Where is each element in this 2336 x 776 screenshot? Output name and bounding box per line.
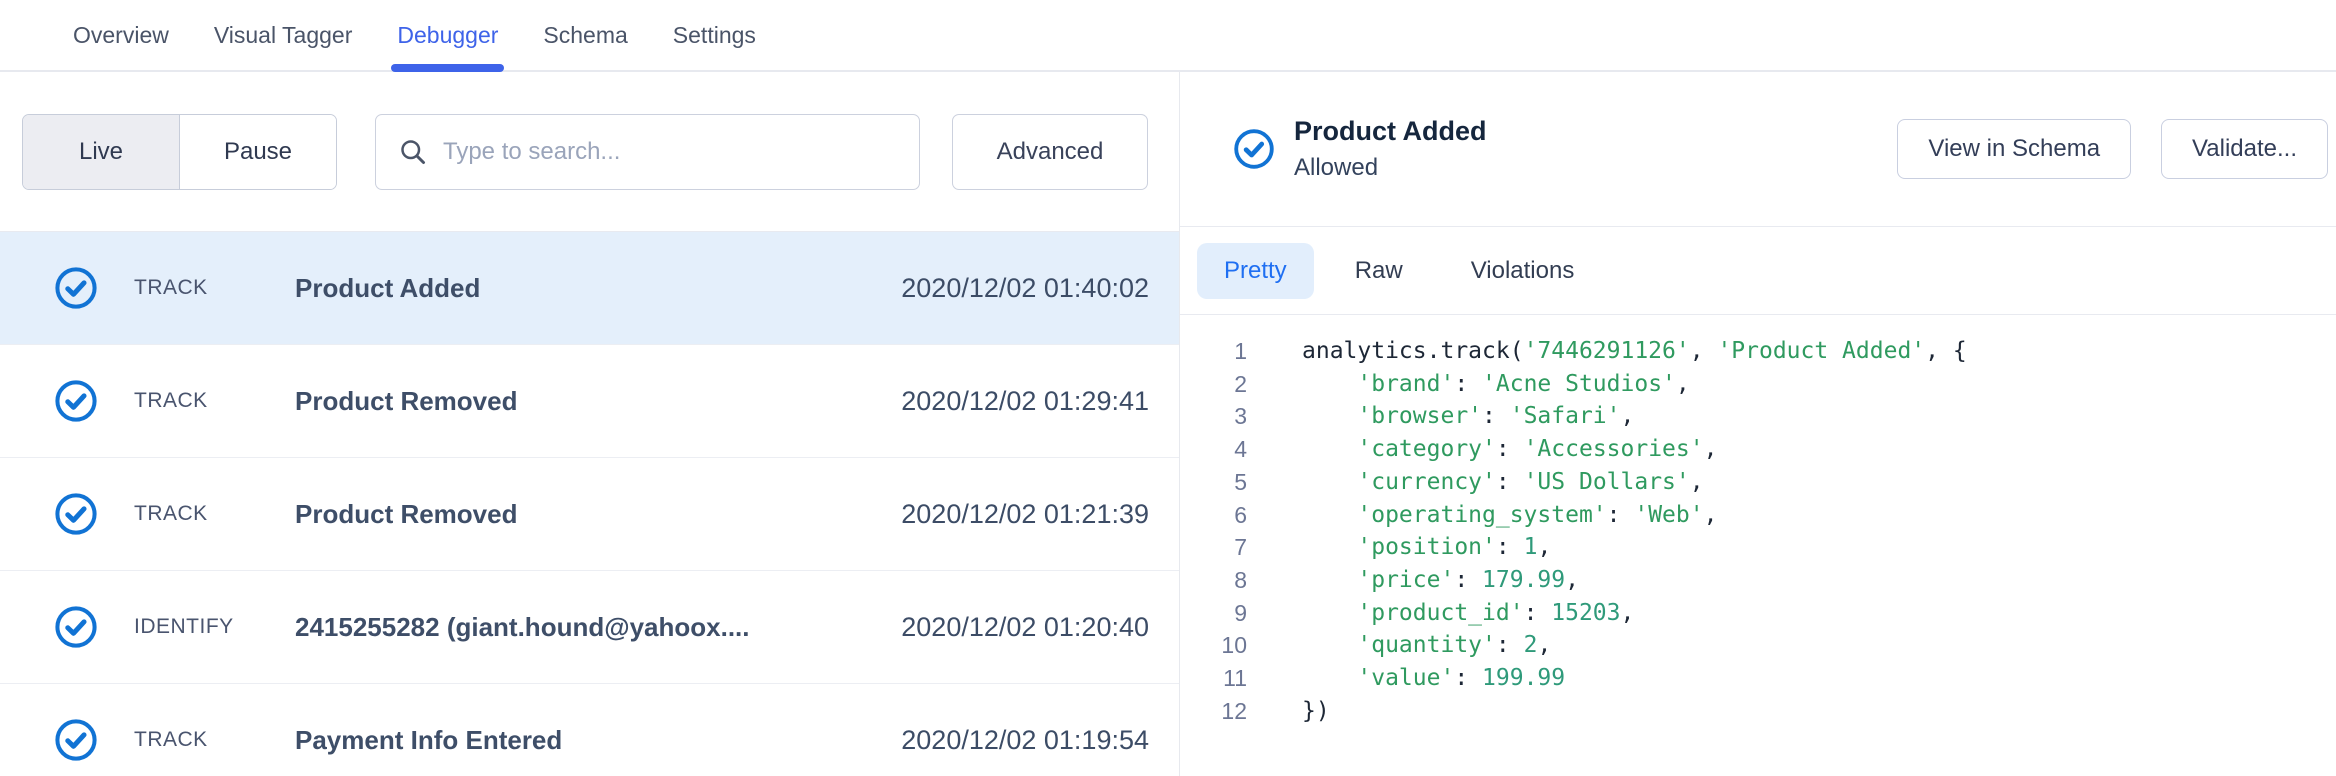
event-name: Product Added: [295, 273, 480, 304]
live-pause-toggle: Live Pause: [22, 114, 337, 190]
code-line: 8 'price': 179.99,: [1180, 564, 2336, 597]
validate-button[interactable]: Validate...: [2161, 119, 2328, 179]
check-circle-icon: [53, 265, 99, 311]
code-line: 4 'category': 'Accessories',: [1180, 433, 2336, 466]
code-text: 'operating_system': 'Web',: [1302, 499, 1717, 532]
line-number: 5: [1180, 466, 1247, 499]
nav-tab-visual-tagger[interactable]: Visual Tagger: [214, 0, 353, 70]
line-number: 2: [1180, 368, 1247, 401]
code-text: 'position': 1,: [1302, 531, 1551, 564]
code-line: 1 analytics.track('7446291126', 'Product …: [1180, 335, 2336, 368]
code-text: analytics.track('7446291126', 'Product A…: [1302, 335, 1967, 368]
main-content: Live Pause Advanced TRACK Product Added 20…: [0, 72, 2336, 776]
nav-tab-schema[interactable]: Schema: [543, 0, 627, 70]
line-number: 6: [1180, 499, 1247, 532]
code-line: 10 'quantity': 2,: [1180, 629, 2336, 662]
event-stream-panel: Live Pause Advanced TRACK Product Added 20…: [0, 72, 1180, 776]
stream-controls: Live Pause Advanced: [0, 72, 1179, 232]
live-button[interactable]: Live: [23, 115, 179, 189]
event-timestamp: 2020/12/02 01:19:54: [901, 725, 1149, 756]
event-timestamp: 2020/12/02 01:40:02: [901, 273, 1149, 304]
code-text: 'currency': 'US Dollars',: [1302, 466, 1704, 499]
line-number: 12: [1180, 695, 1247, 728]
code-text: 'brand': 'Acne Studios',: [1302, 368, 1690, 401]
detail-header-text: Product Added Allowed: [1294, 116, 1487, 182]
event-list: TRACKProduct Added2020/12/02 01:40:02TRA…: [0, 232, 1179, 776]
event-timestamp: 2020/12/02 01:21:39: [901, 499, 1149, 530]
line-number: 10: [1180, 629, 1247, 662]
event-type-label: TRACK: [134, 389, 259, 413]
search-icon: [398, 137, 428, 167]
code-text: 'price': 179.99,: [1302, 564, 1579, 597]
event-type-label: TRACK: [134, 728, 259, 752]
nav-tab-debugger[interactable]: Debugger: [397, 0, 498, 70]
code-line: 6 'operating_system': 'Web',: [1180, 499, 2336, 532]
event-row[interactable]: TRACK Product Added 2020/12/02 01:40:02: [0, 232, 1179, 345]
event-row[interactable]: TRACK Product Removed 2020/12/02 01:21:39: [0, 458, 1179, 571]
check-circle-icon: [53, 378, 99, 424]
top-navigation: Overview Visual Tagger Debugger Schema Setti…: [0, 0, 2336, 72]
detail-tab-pretty[interactable]: Pretty: [1197, 243, 1314, 299]
code-text: 'value': 199.99: [1302, 662, 1565, 695]
check-circle-icon: [1232, 127, 1276, 171]
search-box: [375, 114, 920, 190]
detail-tabs: PrettyRawViolations: [1180, 227, 2336, 315]
event-name: Payment Info Entered: [295, 725, 562, 756]
check-circle-icon: [53, 491, 99, 537]
code-line: 3 'browser': 'Safari',: [1180, 400, 2336, 433]
line-number: 3: [1180, 400, 1247, 433]
nav-tabs: Overview Visual Tagger Debugger Schema Setti…: [73, 0, 801, 70]
check-circle-icon: [53, 717, 99, 763]
code-line: 12}): [1180, 695, 2336, 728]
code-text: 'quantity': 2,: [1302, 629, 1551, 662]
event-timestamp: 2020/12/02 01:20:40: [901, 612, 1149, 643]
detail-header: Product Added Allowed View in Schema Val…: [1180, 72, 2336, 227]
event-timestamp: 2020/12/02 01:29:41: [901, 386, 1149, 417]
event-row[interactable]: IDENTIFY 2415255282 (giant.hound@yahoox..…: [0, 571, 1179, 684]
advanced-button[interactable]: Advanced: [952, 114, 1148, 190]
code-text: 'browser': 'Safari',: [1302, 400, 1634, 433]
event-type-label: TRACK: [134, 502, 259, 526]
code-block: 1 analytics.track('7446291126', 'Product …: [1180, 315, 2336, 776]
line-number: 1: [1180, 335, 1247, 368]
event-type-label: TRACK: [134, 276, 259, 300]
event-row[interactable]: TRACK Payment Info Entered 2020/12/02 01:1…: [0, 684, 1179, 776]
check-circle-icon: [53, 604, 99, 650]
event-name: Product Removed: [295, 386, 518, 417]
code-line: 2 'brand': 'Acne Studios',: [1180, 368, 2336, 401]
line-number: 4: [1180, 433, 1247, 466]
pause-button[interactable]: Pause: [179, 115, 336, 189]
code-line: 7 'position': 1,: [1180, 531, 2336, 564]
view-in-schema-button[interactable]: View in Schema: [1897, 119, 2131, 179]
line-number: 8: [1180, 564, 1247, 597]
detail-event-title: Product Added: [1294, 116, 1487, 147]
line-number: 7: [1180, 531, 1247, 564]
code-line: 11 'value': 199.99: [1180, 662, 2336, 695]
detail-tab-violations[interactable]: Violations: [1444, 243, 1602, 299]
detail-tab-raw[interactable]: Raw: [1328, 243, 1430, 299]
nav-tab-settings[interactable]: Settings: [673, 0, 756, 70]
detail-status-badge: Allowed: [1294, 154, 1487, 182]
nav-tab-overview[interactable]: Overview: [73, 0, 169, 70]
line-number: 9: [1180, 597, 1247, 630]
code-text: 'product_id': 15203,: [1302, 597, 1634, 630]
line-number: 11: [1180, 662, 1247, 695]
code-line: 9 'product_id': 15203,: [1180, 597, 2336, 630]
event-detail-panel: Product Added Allowed View in Schema Val…: [1180, 72, 2336, 776]
code-text: }): [1302, 695, 1330, 728]
code-line: 5 'currency': 'US Dollars',: [1180, 466, 2336, 499]
event-name: 2415255282 (giant.hound@yahoox....: [295, 612, 750, 643]
event-type-label: IDENTIFY: [134, 615, 259, 639]
search-input[interactable]: [443, 138, 899, 166]
event-name: Product Removed: [295, 499, 518, 530]
code-text: 'category': 'Accessories',: [1302, 433, 1717, 466]
event-row[interactable]: TRACK Product Removed 2020/12/02 01:29:41: [0, 345, 1179, 458]
